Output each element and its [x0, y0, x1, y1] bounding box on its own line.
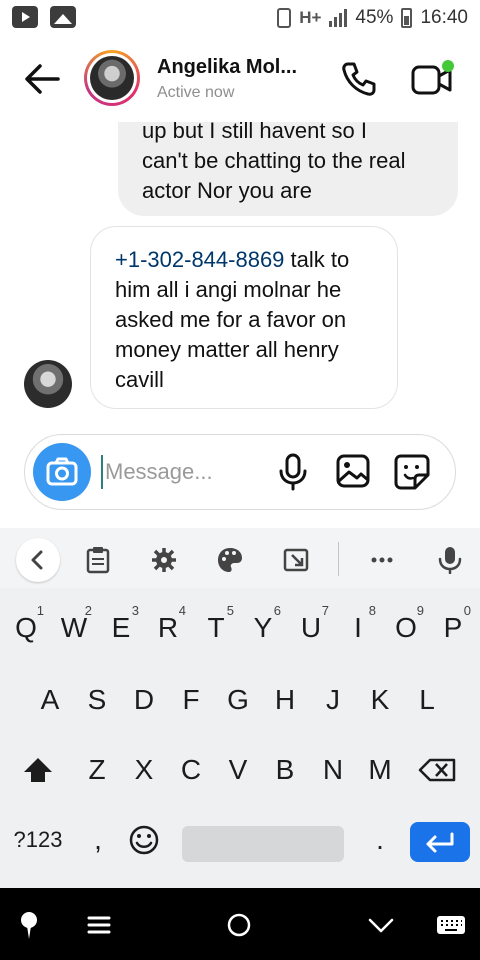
message-line: can't be chatting to the real	[142, 148, 406, 173]
backspace-icon[interactable]	[416, 742, 460, 798]
active-status: Active now	[157, 84, 235, 101]
resize-icon[interactable]	[282, 546, 310, 574]
key-r[interactable]: R4	[146, 600, 190, 656]
enter-icon	[426, 832, 454, 853]
system-nav-bar	[0, 888, 480, 960]
key-b[interactable]: B	[263, 742, 307, 798]
shift-icon[interactable]	[16, 742, 60, 798]
key-j[interactable]: J	[311, 672, 355, 728]
comma-key[interactable]: ,	[76, 812, 120, 868]
menu-icon[interactable]	[84, 910, 114, 940]
message-line: money matter all henry	[115, 337, 339, 362]
key-q[interactable]: Q1	[4, 600, 48, 656]
keyboard: Q1 W2 E3 R4 T5 Y6 U7 I8 O9 P0 A S D F G …	[0, 528, 480, 888]
key-f[interactable]: F	[169, 672, 213, 728]
key-n[interactable]: N	[311, 742, 355, 798]
key-z[interactable]: Z	[75, 742, 119, 798]
online-indicator	[442, 60, 454, 72]
battery-percent: 45%	[355, 7, 394, 28]
phone-link[interactable]: +1-302-844-8869	[115, 247, 284, 272]
vibrate-icon	[277, 8, 292, 28]
keyboard-icon[interactable]	[436, 910, 466, 940]
contact-name[interactable]: Angelika Mol...	[157, 56, 297, 79]
incoming-message[interactable]: +1-302-844-8869 talk to him all i angi m…	[90, 226, 398, 409]
chat-header: Angelika Mol... Active now	[0, 36, 480, 122]
text-cursor	[101, 455, 103, 489]
key-u[interactable]: U7	[289, 600, 333, 656]
video-call-button[interactable]	[410, 60, 454, 98]
battery-icon	[401, 8, 413, 28]
chevron-left-icon	[31, 550, 43, 570]
message-line: him all i angi molnar he	[115, 277, 342, 302]
settings-icon[interactable]	[150, 546, 178, 574]
message-list[interactable]: up but I still havent so I can't be chat…	[0, 122, 480, 428]
keyboard-toolbar	[0, 528, 480, 588]
key-k[interactable]: K	[358, 672, 402, 728]
gallery-notification-icon	[50, 6, 76, 28]
status-bar: H+ 45% 16:40	[0, 0, 480, 36]
network-type: H+	[299, 8, 322, 27]
home-icon[interactable]	[224, 910, 254, 940]
sender-avatar[interactable]	[24, 360, 72, 408]
message-composer	[24, 434, 456, 510]
mic-icon[interactable]	[277, 453, 309, 491]
emoji-icon[interactable]	[122, 812, 166, 868]
key-w[interactable]: W2	[52, 600, 96, 656]
back-down-icon[interactable]	[366, 910, 396, 940]
period-key[interactable]: .	[358, 812, 402, 868]
clipboard-icon[interactable]	[84, 546, 112, 574]
message-line: up but I still havent so I	[142, 122, 368, 143]
youtube-icon	[12, 6, 38, 28]
contact-avatar[interactable]	[84, 50, 140, 106]
key-o[interactable]: O9	[384, 600, 428, 656]
key-e[interactable]: E3	[99, 600, 143, 656]
key-m[interactable]: M	[358, 742, 402, 798]
key-d[interactable]: D	[122, 672, 166, 728]
key-s[interactable]: S	[75, 672, 119, 728]
message-line: actor Nor you are	[142, 178, 312, 203]
key-h[interactable]: H	[263, 672, 307, 728]
key-i[interactable]: I8	[336, 600, 380, 656]
message-line: cavill	[115, 367, 164, 392]
key-x[interactable]: X	[122, 742, 166, 798]
message-line: asked me for a favor on	[115, 307, 347, 332]
back-arrow-icon[interactable]	[22, 62, 62, 96]
pin-icon[interactable]	[14, 910, 44, 940]
toolbar-divider	[338, 542, 339, 576]
camera-button[interactable]	[33, 443, 91, 501]
outgoing-message[interactable]: up but I still havent so I can't be chat…	[118, 122, 458, 216]
palette-icon[interactable]	[216, 546, 244, 574]
voice-icon[interactable]	[436, 546, 464, 574]
clock: 16:40	[420, 7, 468, 28]
phone-icon[interactable]	[340, 60, 378, 98]
enter-key[interactable]	[410, 822, 470, 862]
signal-icon	[329, 9, 348, 27]
key-l[interactable]: L	[405, 672, 449, 728]
message-text: talk to	[284, 247, 350, 272]
key-y[interactable]: Y6	[241, 600, 285, 656]
key-g[interactable]: G	[216, 672, 260, 728]
message-input[interactable]	[105, 459, 265, 485]
key-p[interactable]: P0	[431, 600, 475, 656]
symbols-key[interactable]: ?123	[8, 812, 68, 868]
key-t[interactable]: T5	[194, 600, 238, 656]
camera-icon	[46, 457, 78, 486]
space-key[interactable]	[182, 826, 344, 862]
more-icon[interactable]	[368, 546, 396, 574]
key-a[interactable]: A	[28, 672, 72, 728]
sticker-icon[interactable]	[393, 453, 431, 491]
keyboard-collapse-button[interactable]	[16, 538, 60, 582]
key-c[interactable]: C	[169, 742, 213, 798]
gallery-icon[interactable]	[335, 453, 371, 489]
key-v[interactable]: V	[216, 742, 260, 798]
